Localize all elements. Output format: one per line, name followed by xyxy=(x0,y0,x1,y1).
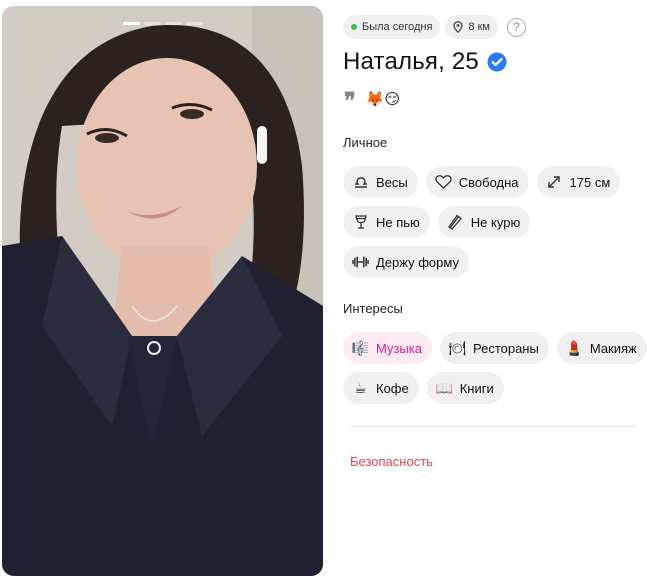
bio-text: 🦊😏 xyxy=(365,91,401,108)
chip-label: Не пью xyxy=(376,214,420,230)
chip-music: 🎼 Музыка xyxy=(343,332,432,364)
quote-icon: ❞ xyxy=(344,88,356,114)
help-icon[interactable]: ? xyxy=(507,17,526,37)
libra-icon xyxy=(352,174,369,191)
chip-label: Весы xyxy=(376,174,408,190)
divider xyxy=(350,426,637,427)
photo-dot-active[interactable] xyxy=(123,22,140,25)
chip-label: Не курю xyxy=(470,214,521,230)
height-arrows-icon xyxy=(546,174,563,191)
lipstick-icon: 💄 xyxy=(565,339,584,356)
music-icon: 🎼 xyxy=(351,339,370,356)
chip-coffee: ☕ Кофе xyxy=(343,372,419,404)
chip-label: Держу форму xyxy=(376,254,459,270)
plate-icon: 🍽 xyxy=(448,339,467,356)
photo-dot[interactable] xyxy=(165,22,182,25)
profile-name: Наталья, 25 xyxy=(343,48,479,75)
chip-label: Макияж xyxy=(589,340,637,356)
online-status-text: Была сегодня xyxy=(362,21,433,33)
coffee-icon: ☕ xyxy=(354,379,367,396)
safety-link[interactable]: Безопасность xyxy=(350,454,433,469)
chip-label: 175 см xyxy=(569,174,611,190)
chip-alcohol: Не пью xyxy=(343,206,430,238)
chip-label: Книги xyxy=(459,380,494,396)
book-icon: 📖 xyxy=(435,379,453,396)
personal-chips: Весы Свободна 175 см Не пью Не курю Держ… xyxy=(343,166,653,278)
interest-chips: 🎼 Музыка 🍽 Рестораны 💄 Макияж ☕ Кофе 📖 К… xyxy=(343,332,653,404)
location-pin-icon xyxy=(453,21,464,33)
chip-label: Музыка xyxy=(376,340,422,356)
chip-label: Свободна xyxy=(458,174,519,190)
online-status-badge: Была сегодня xyxy=(343,15,441,39)
chip-zodiac: Весы xyxy=(343,166,418,198)
photo-pagination xyxy=(123,22,203,25)
chip-label: Кофе xyxy=(376,380,409,396)
profile-photo[interactable] xyxy=(2,6,323,576)
chip-relationship: Свободна xyxy=(425,166,529,198)
chip-height: 175 см xyxy=(536,166,621,198)
interests-section-title: Интересы xyxy=(343,301,403,316)
bio-row: ❞ 🦊😏 xyxy=(344,88,401,114)
heart-outline-icon xyxy=(435,174,452,191)
online-dot-icon xyxy=(351,24,357,30)
personal-section-title: Личное xyxy=(343,135,388,150)
photo-dot[interactable] xyxy=(186,22,203,25)
chip-label: Рестораны xyxy=(472,340,539,356)
chip-restaurants: 🍽 Рестораны xyxy=(439,332,549,364)
distance-badge: 8 км xyxy=(445,15,498,39)
photo-dot[interactable] xyxy=(144,22,161,25)
verified-icon[interactable] xyxy=(487,52,507,72)
photo-illustration xyxy=(2,6,323,576)
distance-text: 8 км xyxy=(468,21,490,33)
glass-icon xyxy=(352,214,369,231)
cigarette-off-icon xyxy=(447,214,464,231)
dumbbell-icon xyxy=(352,254,369,271)
status-row: Была сегодня 8 км ? xyxy=(343,15,526,39)
chip-smoking: Не курю xyxy=(437,206,531,238)
name-row: Наталья, 25 xyxy=(343,48,507,76)
chip-books: 📖 Книги xyxy=(426,372,504,404)
chip-sport: Держу форму xyxy=(343,246,469,278)
chip-makeup: 💄 Макияж xyxy=(556,332,647,364)
